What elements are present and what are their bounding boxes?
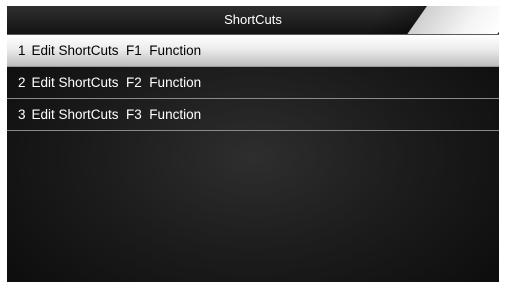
page-title: ShortCuts (224, 12, 282, 27)
menu-item-label: Edit ShortCuts F2 Function (31, 75, 202, 90)
menu-item-label: Edit ShortCuts F1 Function (31, 43, 202, 58)
shortcuts-screen: ShortCuts 1 Edit ShortCuts F1 Function 2E… (7, 6, 499, 282)
menu-item-label: Edit ShortCuts F3 Function (31, 107, 202, 122)
menu-item-number: 2 (18, 75, 26, 90)
menu-item-edit-f3[interactable]: 3 Edit ShortCuts F3 Function (7, 99, 499, 131)
menu-item-number: 3 (18, 107, 26, 122)
menu-item-edit-f2[interactable]: 2 Edit ShortCuts F2 Function (7, 67, 499, 99)
menu-item-number: 1 (18, 43, 26, 58)
title-bar: ShortCuts (7, 6, 499, 35)
shortcuts-menu: 1 Edit ShortCuts F1 Function 2 Edit ShortC… (7, 35, 499, 131)
menu-item-edit-f1[interactable]: 1 Edit ShortCuts F1 Function (7, 35, 499, 67)
